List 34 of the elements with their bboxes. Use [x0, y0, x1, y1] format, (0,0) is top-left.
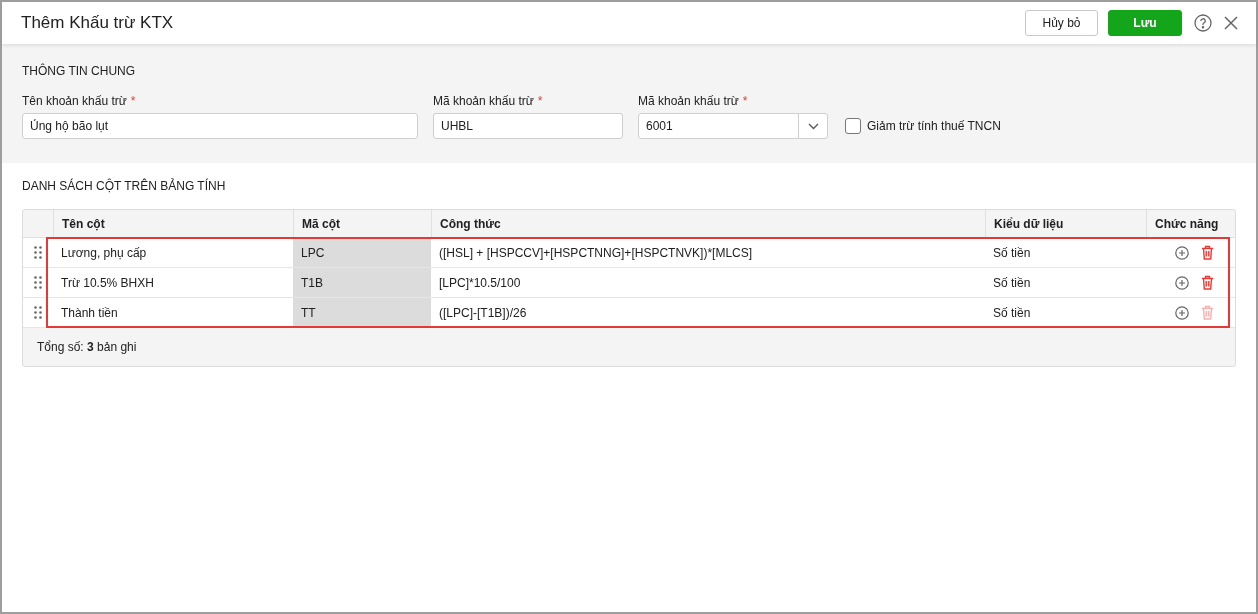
add-icon[interactable] — [1175, 245, 1189, 260]
table-cell: T1B — [293, 268, 431, 297]
table-cell: TT — [293, 298, 431, 327]
text-field[interactable]: Ủng hộ bão lụt — [22, 113, 418, 139]
close-icon[interactable] — [1224, 16, 1238, 30]
table-cell: LPC — [293, 238, 431, 267]
add-icon[interactable] — [1175, 275, 1189, 290]
checkbox-option[interactable]: Giảm trừ tính thuế TNCN — [845, 113, 1001, 139]
required-mark: * — [130, 94, 136, 108]
cancel-button[interactable]: Hủy bỏ — [1025, 10, 1098, 36]
column-header: Mã cột — [293, 210, 431, 237]
column-header: Kiểu dữ liệu — [985, 210, 1146, 237]
drag-handle-icon[interactable] — [34, 246, 42, 259]
drag-handle-icon[interactable] — [34, 276, 42, 289]
section-title: THÔNG TIN CHUNG — [22, 64, 137, 78]
chevron-down-icon — [807, 122, 819, 130]
help-icon[interactable] — [1194, 14, 1212, 32]
field-label: Mã khoản khấu trừ — [638, 94, 739, 108]
trash-icon[interactable] — [1201, 245, 1214, 260]
field-label: Tên khoản khấu trừ — [22, 94, 127, 108]
column-header: Tên cột — [53, 210, 293, 237]
section-title: DANH SÁCH CỘT TRÊN BẢNG TÍNH — [22, 179, 227, 193]
select-field[interactable]: 6001 — [638, 113, 828, 139]
column-header: Công thức — [431, 210, 985, 237]
window-title: Thêm Khấu trừ KTX — [21, 13, 175, 33]
record-count: Tổng số: 3 bản ghi — [36, 339, 138, 356]
text-field[interactable]: UHBL — [433, 113, 623, 139]
trash-icon[interactable] — [1201, 275, 1214, 290]
add-icon[interactable] — [1175, 305, 1189, 320]
required-mark: * — [537, 94, 543, 108]
field-label: Mã khoản khấu trừ — [433, 94, 534, 108]
drag-handle-icon[interactable] — [34, 306, 42, 319]
column-header: Chức năng — [1146, 210, 1235, 237]
required-mark: * — [742, 94, 748, 108]
